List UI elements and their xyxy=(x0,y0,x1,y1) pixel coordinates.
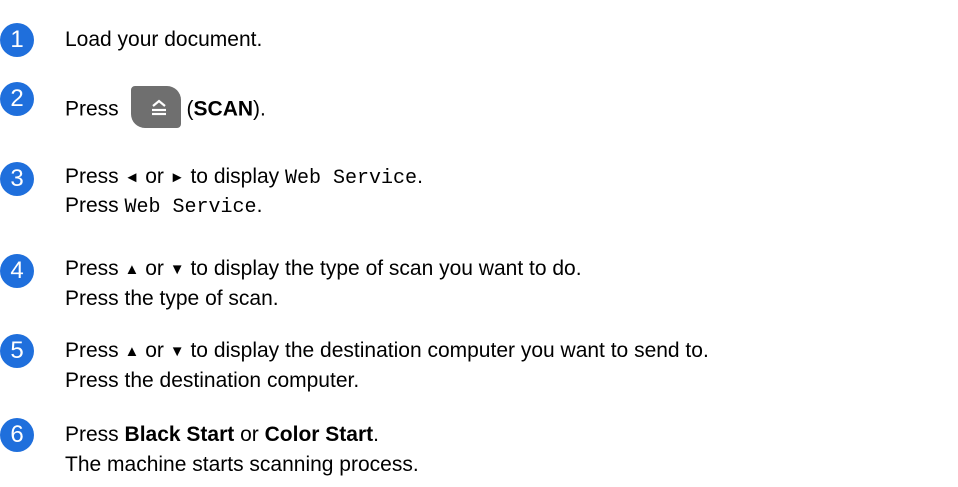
step-5-line-2: Press the destination computer. xyxy=(65,369,360,392)
step-2-press: Press xyxy=(65,97,119,121)
step-2-paren-open: ( xyxy=(186,97,194,121)
step-3-or: or xyxy=(145,165,164,188)
step-3-period-1: . xyxy=(417,165,423,188)
up-arrow-icon: ▲ xyxy=(124,261,140,278)
step-5-number: 5 xyxy=(0,334,34,368)
step-2-number: 2 xyxy=(0,82,34,116)
scan-button[interactable] xyxy=(130,86,181,128)
step-4-or: or xyxy=(145,257,164,280)
step-3-press: Press xyxy=(65,165,119,188)
step-6-number: 6 xyxy=(0,418,34,452)
web-service-code: Web Service xyxy=(285,167,418,190)
step-3-to-display: to display xyxy=(190,165,280,188)
black-start-label: Black Start xyxy=(124,423,235,446)
step-5-or: or xyxy=(145,339,164,362)
step-6-line-2: The machine starts scanning process. xyxy=(65,453,419,476)
scan-label: SCAN xyxy=(193,97,254,121)
down-arrow-icon: ▼ xyxy=(169,261,185,278)
step-3-period-2: . xyxy=(256,194,263,217)
step-6-press: Press xyxy=(65,423,119,446)
down-arrow-icon: ▼ xyxy=(169,343,185,360)
step-3-line-1: Press ◄ or ► to display Web Service. xyxy=(65,164,423,192)
step-4-line-1: Press ▲ or ▼ to display the type of scan… xyxy=(65,256,582,283)
step-4-press: Press xyxy=(65,257,119,280)
step-5-rest: to display the destination computer you … xyxy=(190,339,709,362)
step-2-paren-close: ). xyxy=(253,97,266,121)
step-2-line: Press (SCAN). xyxy=(65,86,266,131)
step-6-or: or xyxy=(240,423,259,446)
up-arrow-icon: ▲ xyxy=(124,343,140,360)
step-1-number: 1 xyxy=(0,23,34,57)
color-start-label: Color Start xyxy=(264,423,374,446)
left-arrow-icon: ◄ xyxy=(124,169,140,186)
web-service-code-2: Web Service xyxy=(124,196,257,219)
step-1-text: Load your document. xyxy=(65,28,263,51)
step-5-press: Press xyxy=(65,339,119,362)
step-4-number: 4 xyxy=(0,254,34,288)
step-5-line-1: Press ▲ or ▼ to display the destination … xyxy=(65,338,709,365)
step-6-period: . xyxy=(373,423,379,446)
right-arrow-icon: ► xyxy=(169,169,185,186)
step-3-press-2: Press xyxy=(65,194,119,217)
step-6-line-1: Press Black Start or Color Start. xyxy=(65,422,379,448)
scan-icon xyxy=(151,99,166,116)
step-3-line-2: Press Web Service. xyxy=(65,193,262,221)
step-3-number: 3 xyxy=(0,162,34,196)
step-4-line-2: Press the type of scan. xyxy=(65,287,279,310)
step-4-rest: to display the type of scan you want to … xyxy=(190,257,582,280)
